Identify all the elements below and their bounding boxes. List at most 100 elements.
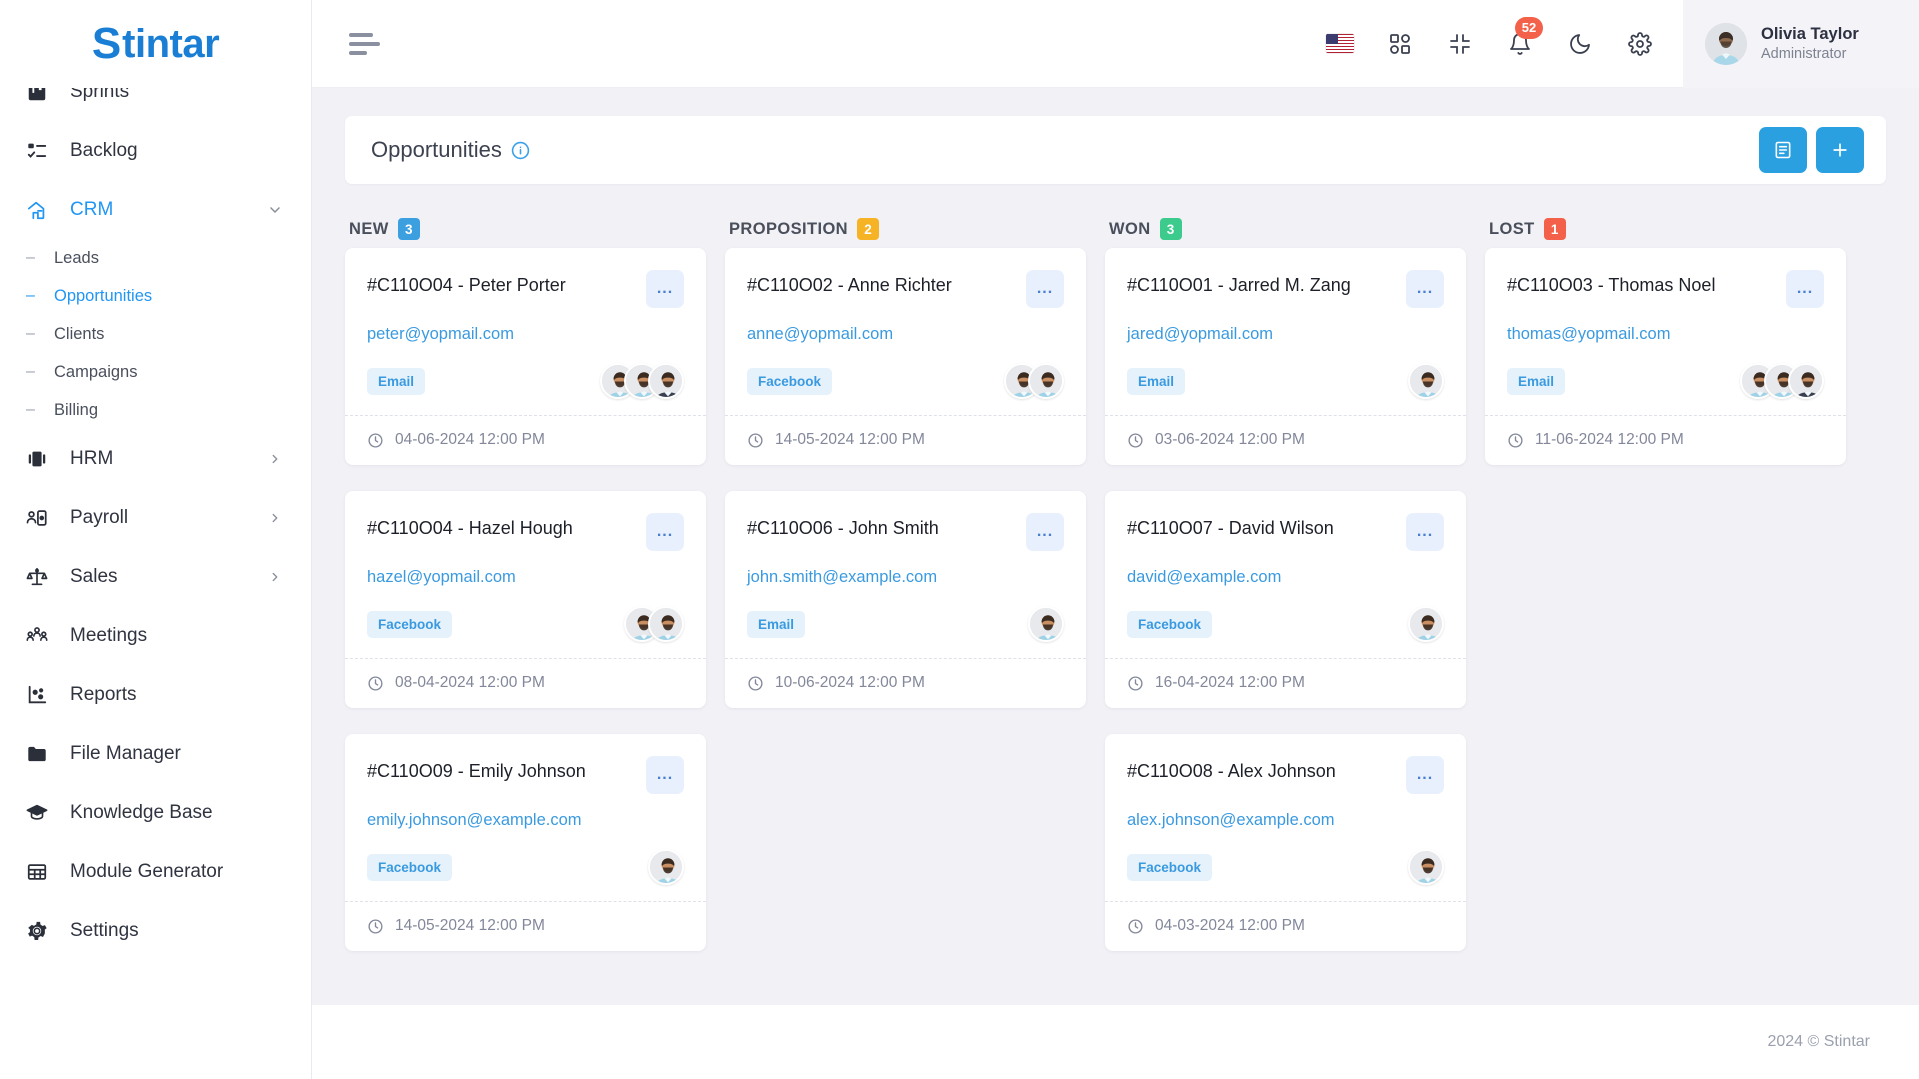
sidebar-item-meetings[interactable]: Meetings xyxy=(0,606,311,665)
clock-icon xyxy=(367,432,384,449)
card-menu-button[interactable]: ... xyxy=(1026,513,1064,551)
sidebar-subitem-label: Billing xyxy=(54,400,99,419)
opportunity-card[interactable]: #C110O07 - David Wilson... david@example.… xyxy=(1105,491,1466,708)
card-menu-button[interactable]: ... xyxy=(1026,270,1064,308)
card-meta: Facebook xyxy=(747,363,1064,399)
card-body: #C110O09 - Emily Johnson... emily.johnson… xyxy=(345,734,706,901)
card-menu-button[interactable]: ... xyxy=(646,756,684,794)
crm-icon xyxy=(26,198,54,222)
card-title: #C110O07 - David Wilson xyxy=(1127,518,1334,538)
sidebar-item-sales[interactable]: Sales xyxy=(0,547,311,606)
fullscreen-collapse-icon[interactable] xyxy=(1445,29,1475,59)
sidebar-subitem-billing[interactable]: – Billing xyxy=(0,391,311,429)
sidebar-subitem-label: Campaigns xyxy=(54,362,138,381)
sidebar-nav[interactable]: Sprints Backlog CRM – Leads – Opportunities – Cl… xyxy=(0,80,311,1079)
card-email-link[interactable]: john.smith@example.com xyxy=(747,568,1064,587)
sidebar-subitem-campaigns[interactable]: – Campaigns xyxy=(0,353,311,391)
assignee-avatar-group[interactable] xyxy=(1004,363,1064,399)
card-email-link[interactable]: anne@yopmail.com xyxy=(747,325,1064,344)
sidebar-item-settings[interactable]: Settings xyxy=(0,901,311,960)
card-menu-button[interactable]: ... xyxy=(646,513,684,551)
brand-name: tintar xyxy=(122,22,220,66)
sidebar-item-module-generator[interactable]: Module Generator xyxy=(0,842,311,901)
sidebar-item-payroll[interactable]: Payroll xyxy=(0,488,311,547)
clock-icon xyxy=(1507,432,1524,449)
sidebar-subitem-leads[interactable]: – Leads xyxy=(0,239,311,277)
card-email-link[interactable]: emily.johnson@example.com xyxy=(367,811,684,830)
sidebar-item-knowledge-base[interactable]: Knowledge Base xyxy=(0,783,311,842)
sidebar-item-hrm[interactable]: HRM xyxy=(0,429,311,488)
opportunity-card[interactable]: #C110O08 - Alex Johnson... alex.johnson@e… xyxy=(1105,734,1466,951)
card-menu-button[interactable]: ... xyxy=(1406,513,1444,551)
dark-mode-moon-icon[interactable] xyxy=(1565,29,1595,59)
assignee-avatar-group[interactable] xyxy=(1028,606,1064,642)
assignee-avatar-group[interactable] xyxy=(1408,363,1444,399)
card-menu-button[interactable]: ... xyxy=(1406,756,1444,794)
notification-bell-icon[interactable]: 52 xyxy=(1505,16,1543,59)
card-menu-button[interactable]: ... xyxy=(646,270,684,308)
opportunity-card[interactable]: #C110O06 - John Smith... john.smith@examp… xyxy=(725,491,1086,708)
card-body: #C110O03 - Thomas Noel... thomas@yopmail.… xyxy=(1485,248,1846,415)
profile-menu[interactable]: Olivia Taylor Administrator xyxy=(1683,0,1919,88)
opportunity-card[interactable]: #C110O04 - Peter Porter... peter@yopmail.… xyxy=(345,248,706,465)
card-source-tag: Facebook xyxy=(1127,610,1213,638)
assignee-avatar-group[interactable] xyxy=(648,849,684,885)
card-email-link[interactable]: hazel@yopmail.com xyxy=(367,568,684,587)
card-email-link[interactable]: jared@yopmail.com xyxy=(1127,325,1444,344)
opportunity-card[interactable]: #C110O01 - Jarred M. Zang... jared@yopmai… xyxy=(1105,248,1466,465)
card-title: #C110O09 - Emily Johnson xyxy=(367,761,586,781)
graduation-cap-icon xyxy=(26,801,54,825)
info-circle-icon[interactable] xyxy=(511,141,530,160)
assignee-avatar-group[interactable] xyxy=(1408,849,1444,885)
assignee-avatar-group[interactable] xyxy=(624,606,684,642)
clock-icon xyxy=(747,675,764,692)
card-meta: Facebook xyxy=(1127,606,1444,642)
opportunity-card[interactable]: #C110O09 - Emily Johnson... emily.johnson… xyxy=(345,734,706,951)
sidebar-subitem-opportunities[interactable]: – Opportunities xyxy=(0,277,311,315)
card-footer: 10-06-2024 12:00 PM xyxy=(725,658,1086,708)
add-opportunity-button[interactable] xyxy=(1816,127,1864,173)
top-header: 52 Olivia Taylor Administrator xyxy=(312,0,1919,88)
sidebar-item-reports[interactable]: Reports xyxy=(0,665,311,724)
sidebar-subitem-clients[interactable]: – Clients xyxy=(0,315,311,353)
opportunity-card[interactable]: #C110O02 - Anne Richter... anne@yopmail.c… xyxy=(725,248,1086,465)
language-flag-us-icon[interactable] xyxy=(1325,29,1355,59)
card-footer: 03-06-2024 12:00 PM xyxy=(1105,415,1466,465)
gear-icon xyxy=(26,919,54,943)
apps-grid-icon[interactable] xyxy=(1385,29,1415,59)
chevron-down-icon[interactable] xyxy=(267,202,283,218)
card-menu-button[interactable]: ... xyxy=(1406,270,1444,308)
card-title: #C110O06 - John Smith xyxy=(747,518,939,538)
assignee-avatar-group[interactable] xyxy=(1740,363,1824,399)
card-title: #C110O04 - Hazel Hough xyxy=(367,518,573,538)
card-header: #C110O01 - Jarred M. Zang... xyxy=(1127,270,1444,308)
card-email-link[interactable]: david@example.com xyxy=(1127,568,1444,587)
hamburger-icon[interactable] xyxy=(349,32,383,55)
chevron-right-icon[interactable] xyxy=(267,569,283,585)
column-header: WON 3 xyxy=(1105,210,1466,248)
list-view-button[interactable] xyxy=(1759,127,1807,173)
chevron-right-icon[interactable] xyxy=(267,510,283,526)
brand-logo[interactable]: Stintar xyxy=(0,0,311,88)
column-header: PROPOSITION 2 xyxy=(725,210,1086,248)
card-menu-button[interactable]: ... xyxy=(1786,270,1824,308)
sidebar-item-backlog[interactable]: Backlog xyxy=(0,121,311,180)
card-email-link[interactable]: alex.johnson@example.com xyxy=(1127,811,1444,830)
opportunity-card[interactable]: #C110O03 - Thomas Noel... thomas@yopmail.… xyxy=(1485,248,1846,465)
card-header: #C110O04 - Peter Porter... xyxy=(367,270,684,308)
card-email-link[interactable]: thomas@yopmail.com xyxy=(1507,325,1824,344)
chevron-right-icon[interactable] xyxy=(267,451,283,467)
sidebar-item-file-manager[interactable]: File Manager xyxy=(0,724,311,783)
card-date: 04-03-2024 12:00 PM xyxy=(1155,917,1305,934)
assignee-avatar-group[interactable] xyxy=(1408,606,1444,642)
card-email-link[interactable]: peter@yopmail.com xyxy=(367,325,684,344)
sidebar-item-crm[interactable]: CRM xyxy=(0,180,311,239)
sidebar-item-label: Backlog xyxy=(70,139,138,161)
footer-copyright: 2024 © Stintar xyxy=(1767,1033,1870,1050)
checklist-icon xyxy=(26,139,54,163)
card-date: 11-06-2024 12:00 PM xyxy=(1535,431,1684,448)
brand-mark: S xyxy=(91,19,121,68)
assignee-avatar-group[interactable] xyxy=(600,363,684,399)
opportunity-card[interactable]: #C110O04 - Hazel Hough... hazel@yopmail.c… xyxy=(345,491,706,708)
settings-gear-icon[interactable] xyxy=(1625,29,1655,59)
